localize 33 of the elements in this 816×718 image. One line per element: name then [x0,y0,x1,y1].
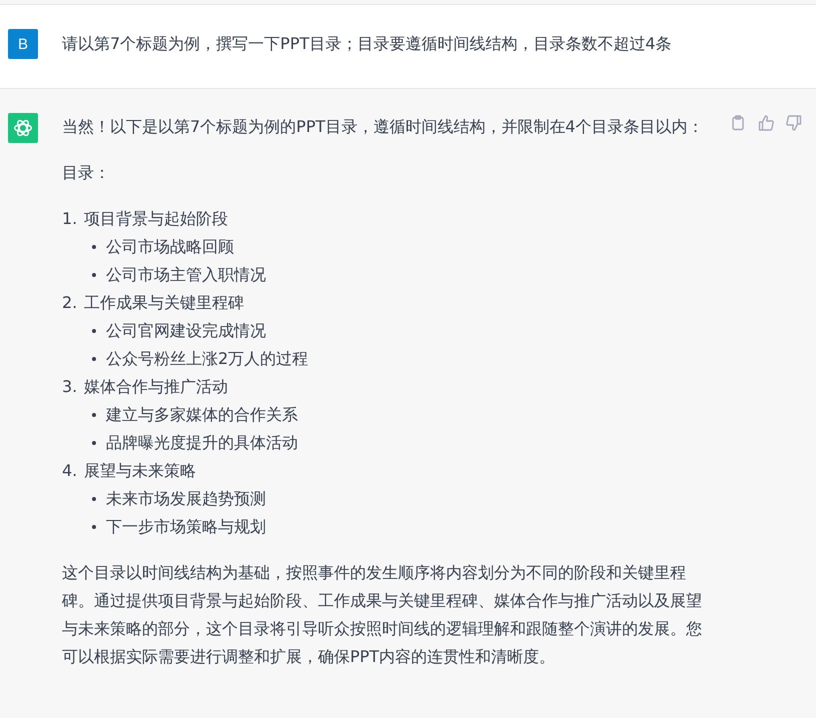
bullet-icon [92,329,96,333]
list-number: 2. [62,292,78,314]
toc-subitem: 建立与多家媒体的合作关系 [106,404,298,426]
toc-item: 工作成果与关键里程碑 [84,292,244,314]
list-number: 4. [62,460,78,482]
toc-item: 展望与未来策略 [84,460,196,482]
bullet-icon [92,357,96,361]
bullet-icon [92,497,96,501]
toc-subitem: 未来市场发展趋势预测 [106,488,266,510]
bullet-icon [92,413,96,417]
list-number: 3. [62,376,78,398]
toc-subitem: 公司市场战略回顾 [106,236,234,258]
copy-button[interactable] [730,115,746,131]
toc-subitem: 下一步市场策略与规划 [106,516,266,538]
assistant-intro: 当然！以下是以第7个标题为例的PPT目录，遵循时间线结构，并限制在4个目录条目以内： [62,116,704,138]
bullet-icon [92,441,96,445]
toc-item: 媒体合作与推广活动 [84,376,228,398]
user-avatar: B [8,29,38,59]
bullet-icon [92,273,96,277]
toc-subitem: 公众号粉丝上涨2万人的过程 [106,348,308,370]
bullet-icon [92,525,96,529]
assistant-conclusion: 这个目录以时间线结构为基础，按照事件的发生顺序将内容划分为不同的阶段和关键里程碑。通过提供项目背景与起始阶段、工作成果与关键里程碑、媒体合作与推广活动以及展望与未来策略的部分，这个目录将引导听众按照时间线的逻辑理解和跟随整个演讲的发展。您可以根据实际需要进行调整和扩展，确保PPT内容的连贯性和清晰度。 [62,562,703,668]
user-message: 请以第7个标题为例，撰写一下PPT目录；目录要遵循时间线结构，目录条数不超过4条 [62,33,672,55]
thumbs-up-button[interactable] [758,115,774,131]
bullet-icon [92,245,96,249]
toc-subitem: 公司市场主管入职情况 [106,264,266,286]
list-number: 1. [62,208,78,230]
toc-subitem: 公司官网建设完成情况 [106,320,266,342]
assistant-logo-icon [8,113,38,143]
toc-item: 项目背景与起始阶段 [84,208,228,230]
toc-heading: 目录： [62,162,111,184]
toc-subitem: 品牌曝光度提升的具体活动 [106,432,298,454]
thumbs-down-button[interactable] [786,115,802,131]
